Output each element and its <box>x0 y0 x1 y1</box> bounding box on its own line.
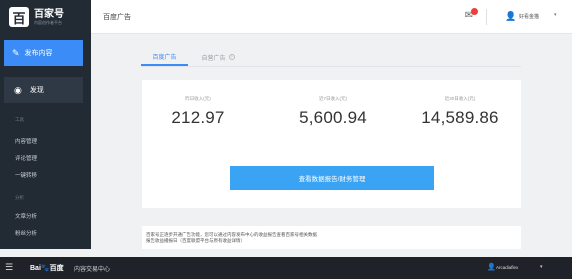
logo-icon: 百 <box>9 7 29 27</box>
sidebar: 百 百家号 内容创作者平台 ✎ 发布内容 ◉ 发现 工具 内容管理 评论管理 一… <box>0 0 91 249</box>
sidebar-item-article-analysis[interactable]: 文章分析 <box>15 212 37 220</box>
income-card: 昨日收入(元) 212.97 近7日收入(元) 5,600.94 近30日收入(… <box>142 80 521 208</box>
paw-icon: 🐾 <box>40 265 50 272</box>
publish-content-button[interactable]: ✎ 发布内容 <box>4 40 83 66</box>
chevron-down-icon[interactable]: ▾ <box>554 12 557 18</box>
stat-last-7-days: 近7日收入(元) 5,600.94 <box>285 96 381 128</box>
notice-line: 报告收益播报日（百度联盟平台与原有收益详情） <box>146 238 245 243</box>
user-name[interactable]: 好看金猫 <box>519 13 539 20</box>
eye-icon: ◉ <box>14 84 22 95</box>
tab-self-ads-label: 自营广告 <box>201 55 226 62</box>
tab-self-ads[interactable]: 自营广告 ? <box>193 48 243 66</box>
tab-baidu-ads-label: 百度广告 <box>152 54 177 61</box>
logo-subtitle: 内容创作者平台 <box>34 19 62 25</box>
sidebar-item-content-management[interactable]: 内容管理 <box>15 137 37 145</box>
top-header: 百度广告 ✉ 👤 好看金猫 ▾ <box>91 0 572 34</box>
notification-badge <box>471 8 478 15</box>
stat-value: 212.97 <box>171 108 225 127</box>
pencil-icon: ✎ <box>12 47 20 58</box>
logo-title: 百家号 <box>34 8 64 20</box>
sidebar-item-one-click-transfer[interactable]: 一键转移 <box>15 171 37 179</box>
sidebar-item-fan-analysis[interactable]: 粉丝分析 <box>15 229 37 237</box>
bottom-bar: ☰ Bai🐾百度 内容交易中心 👤 Arcadiaflex ▾ <box>0 257 572 279</box>
header-divider <box>486 9 487 25</box>
logo[interactable]: 百 百家号 内容创作者平台 <box>0 0 91 34</box>
help-icon[interactable]: ? <box>228 54 235 60</box>
tab-divider <box>141 66 521 67</box>
baidu-logo[interactable]: Bai🐾百度 <box>30 263 64 273</box>
stat-last-30-days: 近30日收入(元) 14,589.86 <box>410 96 510 128</box>
sidebar-group-analysis: 分析 <box>15 195 24 200</box>
stat-label: 近30日收入(元) <box>444 96 476 101</box>
stat-value: 14,589.86 <box>421 108 499 127</box>
stat-label: 昨日收入(元) <box>185 96 211 101</box>
stat-value: 5,600.94 <box>299 108 367 127</box>
discover-label: 发现 <box>29 87 44 94</box>
sidebar-item-comment-management[interactable]: 评论管理 <box>15 154 37 162</box>
menu-icon[interactable]: ☰ <box>5 262 13 273</box>
chevron-down-icon[interactable]: ▾ <box>540 264 543 270</box>
stat-label: 近7日收入(元) <box>319 96 347 101</box>
user-icon[interactable]: 👤 <box>487 263 496 271</box>
stat-yesterday: 昨日收入(元) 212.97 <box>158 96 238 128</box>
page-title: 百度广告 <box>103 14 131 21</box>
discover-button[interactable]: ◉ 发现 <box>4 77 83 103</box>
user-icon[interactable]: 👤 <box>505 10 517 22</box>
sidebar-group-tools: 工具 <box>15 117 24 122</box>
publish-content-label: 发布内容 <box>24 50 53 57</box>
view-report-button[interactable]: 查看数据报告/财务管理 <box>230 166 434 190</box>
bottom-user-name[interactable]: Arcadiaflex <box>496 265 518 270</box>
tab-baidu-ads[interactable]: 百度广告 <box>141 48 188 66</box>
bottom-bar-subtitle: 内容交易中心 <box>74 267 111 273</box>
notice-panel: 百家号正逐步开通广告功能，您可以通过内容发布中心的收益报告查看百家号相关数据 报… <box>142 226 521 249</box>
